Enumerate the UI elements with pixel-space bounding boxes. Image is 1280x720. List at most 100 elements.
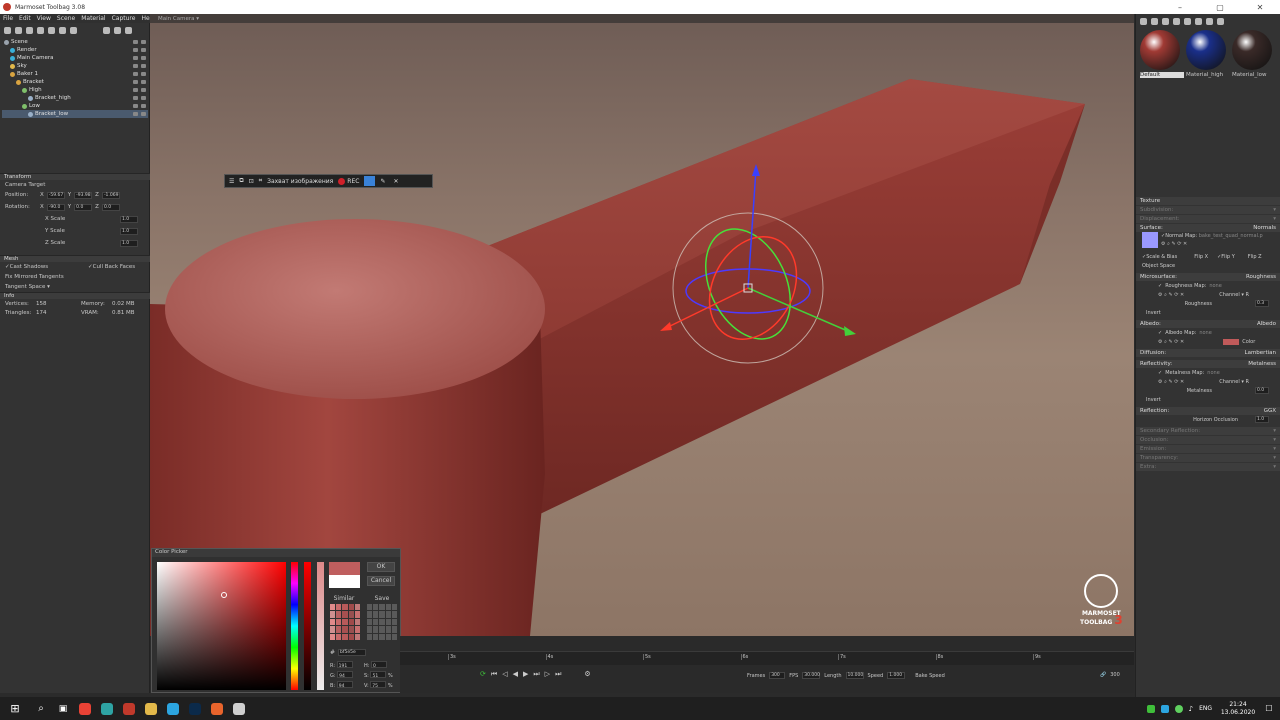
eye-icon[interactable] bbox=[141, 104, 146, 108]
eye-icon[interactable] bbox=[141, 40, 146, 44]
position-y-field[interactable]: -93.98 bbox=[74, 191, 93, 199]
add-baker-icon[interactable] bbox=[48, 26, 55, 34]
lock-icon[interactable] bbox=[133, 48, 138, 52]
yscale-field[interactable]: 1.0 bbox=[120, 227, 138, 235]
volume-icon[interactable]: ♪ bbox=[1189, 705, 1193, 713]
telegram-icon[interactable] bbox=[162, 697, 184, 720]
settings-icon[interactable]: ⚙ bbox=[584, 670, 590, 679]
similar-swatch[interactable] bbox=[342, 611, 348, 618]
menu-material[interactable]: Material bbox=[81, 15, 105, 22]
tree-item[interactable]: Scene bbox=[2, 38, 148, 46]
add-shadow-icon[interactable] bbox=[59, 26, 66, 34]
bake-speed-button[interactable]: Bake Speed bbox=[915, 673, 945, 679]
material-name[interactable]: Material_low bbox=[1232, 72, 1276, 78]
new-material-icon[interactable] bbox=[1140, 17, 1147, 25]
similar-swatch[interactable] bbox=[354, 618, 360, 626]
v-field[interactable]: 75 bbox=[370, 681, 387, 689]
close-capture-icon[interactable]: ✕ bbox=[393, 178, 398, 185]
roughness-invert-checkbox[interactable]: Invert bbox=[1146, 310, 1161, 316]
region-capture-icon[interactable]: ⊡ bbox=[249, 178, 254, 185]
tree-item[interactable]: Bracket bbox=[2, 78, 148, 86]
similar-swatch[interactable] bbox=[336, 604, 342, 611]
close-button[interactable]: ✕ bbox=[1240, 3, 1280, 12]
timeline-track[interactable]: 3s 4s 5s 6s 7s 8s 9s bbox=[400, 651, 1134, 665]
material-pick-icon[interactable] bbox=[1206, 17, 1213, 25]
saved-swatch[interactable] bbox=[373, 604, 379, 611]
maximize-button[interactable]: ▢ bbox=[1200, 3, 1240, 12]
material-library-icon[interactable] bbox=[1217, 17, 1224, 25]
texture-header[interactable]: Texture bbox=[1136, 197, 1280, 205]
camera-target[interactable]: Camera Target bbox=[0, 180, 150, 189]
menu-view[interactable]: View bbox=[37, 15, 51, 22]
similar-swatch[interactable] bbox=[348, 633, 354, 640]
skip-end-icon[interactable]: ⏭ bbox=[555, 670, 561, 679]
explorer-icon[interactable] bbox=[140, 697, 162, 720]
material-preview[interactable] bbox=[1140, 30, 1180, 70]
lock-icon[interactable] bbox=[133, 80, 138, 84]
record-button[interactable]: REC bbox=[338, 177, 359, 185]
folder-icon[interactable] bbox=[114, 26, 121, 34]
saved-swatch[interactable] bbox=[367, 604, 373, 611]
hue-slider[interactable] bbox=[291, 562, 298, 690]
menu-edit[interactable]: Edit bbox=[19, 15, 31, 22]
mesh-header[interactable]: Mesh bbox=[0, 255, 150, 262]
transform-header[interactable]: Transform bbox=[0, 173, 150, 180]
similar-swatch[interactable] bbox=[336, 626, 342, 633]
position-x-field[interactable]: -59.67 bbox=[46, 191, 65, 199]
lock-icon[interactable] bbox=[133, 96, 138, 100]
horizon-occlusion-field[interactable]: 1.0 bbox=[1255, 416, 1269, 423]
selection-tool-icon[interactable] bbox=[364, 176, 376, 186]
next-key-icon[interactable]: ▷ bbox=[545, 670, 550, 679]
similar-swatch[interactable] bbox=[336, 618, 342, 626]
metalness-channel-dropdown[interactable]: Channel ▾ R bbox=[1219, 379, 1249, 385]
notifications-icon[interactable]: ☐ bbox=[1258, 704, 1280, 713]
chrome-icon[interactable] bbox=[74, 697, 96, 720]
similar-swatch[interactable] bbox=[330, 618, 336, 626]
ok-button[interactable]: OK bbox=[367, 562, 395, 572]
saved-swatch[interactable] bbox=[385, 618, 391, 626]
saved-swatch[interactable] bbox=[391, 633, 397, 640]
similar-swatch[interactable] bbox=[348, 604, 354, 611]
albedo-header[interactable]: Albedo: Albedo bbox=[1136, 320, 1280, 328]
eye-icon[interactable] bbox=[141, 96, 146, 100]
eye-icon[interactable] bbox=[141, 48, 146, 52]
add-fog-icon[interactable] bbox=[103, 26, 110, 34]
material-preview[interactable] bbox=[1232, 30, 1272, 70]
eye-icon[interactable] bbox=[141, 80, 146, 84]
frames-field[interactable]: 300 bbox=[769, 672, 786, 679]
saved-swatch[interactable] bbox=[379, 626, 385, 633]
zscale-field[interactable]: 1.0 bbox=[120, 239, 138, 247]
saved-swatch[interactable] bbox=[367, 626, 373, 633]
fps-field[interactable]: 30.000 bbox=[802, 672, 821, 679]
similar-swatch[interactable] bbox=[330, 611, 336, 618]
saved-swatch[interactable] bbox=[391, 611, 397, 618]
similar-swatch[interactable] bbox=[348, 626, 354, 633]
g-field[interactable]: 94 bbox=[337, 671, 354, 679]
saved-swatch[interactable] bbox=[385, 626, 391, 633]
similar-swatches[interactable] bbox=[330, 604, 360, 640]
rotation-x-field[interactable]: -90.0 bbox=[46, 203, 65, 211]
toolbag-icon[interactable] bbox=[96, 697, 118, 720]
search-icon[interactable]: ⌕ bbox=[30, 697, 52, 720]
pen-icon[interactable]: ✎ bbox=[380, 178, 385, 185]
rotation-y-field[interactable]: 0.0 bbox=[74, 203, 93, 211]
microsurface-header[interactable]: Microsurface: Roughness bbox=[1136, 273, 1280, 281]
metalness-invert-checkbox[interactable]: Invert bbox=[1146, 397, 1161, 403]
step-forward-icon[interactable]: ⏭ bbox=[533, 670, 539, 679]
saved-swatch[interactable] bbox=[367, 618, 373, 626]
tray-network-icon[interactable] bbox=[1174, 704, 1183, 713]
similar-swatch[interactable] bbox=[330, 604, 336, 611]
similar-swatch[interactable] bbox=[354, 604, 360, 611]
lock-icon[interactable] bbox=[133, 88, 138, 92]
saved-swatch[interactable] bbox=[373, 633, 379, 640]
viewport[interactable]: Main Camera ▾ MARMOSET TOOLBAG 3 bbox=[150, 14, 1134, 636]
add-turntable-icon[interactable] bbox=[70, 26, 77, 34]
fix-mirrored-checkbox[interactable]: Fix Mirrored Tangents bbox=[5, 274, 64, 280]
add-sky-icon[interactable] bbox=[37, 26, 44, 34]
scene-render[interactable] bbox=[150, 14, 1134, 636]
lock-icon[interactable] bbox=[133, 40, 138, 44]
saved-swatch[interactable] bbox=[373, 611, 379, 618]
rotation-z-field[interactable]: 0.0 bbox=[101, 203, 120, 211]
scale-bias-checkbox[interactable]: ✓Scale & Bias bbox=[1142, 254, 1177, 260]
eye-icon[interactable] bbox=[141, 88, 146, 92]
